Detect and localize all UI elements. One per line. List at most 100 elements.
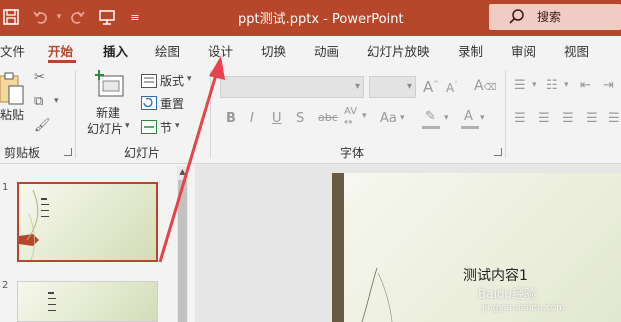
group-separator [505, 70, 506, 158]
tab-home[interactable]: 开始 [48, 41, 73, 60]
tab-draw[interactable]: 绘图 [155, 41, 180, 60]
copy-dropdown-icon[interactable]: ▾ [54, 96, 59, 106]
new-slide-label-line2[interactable]: 幻灯片 [87, 120, 123, 137]
group-separator [210, 70, 211, 158]
watermark-text: Baidu经验 [478, 287, 537, 301]
decrease-font-size-icon[interactable]: Aˇ [446, 81, 458, 95]
align-center-icon[interactable]: ☰ [538, 111, 550, 126]
group-separator [75, 70, 76, 158]
window-title: ppt测试.pptx - PowerPoint [238, 12, 404, 27]
cut-icon[interactable]: ✂ [34, 70, 45, 85]
chevron-down-icon: ▾ [406, 81, 412, 92]
numbering-dropdown-icon[interactable]: ▾ [564, 80, 569, 90]
reset-icon[interactable] [141, 95, 157, 114]
font-color-swatch [461, 126, 479, 129]
presentation-start-icon[interactable] [96, 6, 118, 28]
current-slide[interactable]: 测试内容1 [332, 173, 621, 322]
increase-indent-icon[interactable]: ⇥ [603, 78, 614, 93]
powerpoint-window: ▾ ≡ ppt测试.pptx - PowerPoint 搜索 文件 开始 插入 … [0, 0, 621, 322]
strikethrough-icon[interactable]: abc [318, 111, 338, 124]
change-case-icon[interactable]: Aa [380, 111, 397, 126]
thumbnail-text-mark [48, 310, 56, 311]
italic-icon[interactable]: I [250, 111, 254, 126]
thumbnail-number: 1 [2, 182, 9, 193]
paste-icon[interactable] [0, 72, 26, 110]
slide-thumbnail-2[interactable] [17, 281, 158, 322]
reset-label[interactable]: 重置 [160, 95, 184, 112]
clipboard-group-label: 剪贴板 [4, 146, 41, 160]
bullets-icon[interactable]: ☰ [514, 78, 526, 93]
justify-icon[interactable]: ☰ [586, 111, 598, 126]
section-label[interactable]: 节 [160, 119, 172, 136]
change-case-dropdown-icon[interactable]: ▾ [400, 113, 405, 123]
font-name-combobox[interactable]: ▾ [220, 76, 364, 98]
scroll-up-arrow-icon[interactable]: ▲ [177, 166, 188, 178]
active-tab-indicator [48, 60, 76, 63]
shadow-icon[interactable]: S [296, 111, 304, 126]
new-slide-dropdown-icon[interactable]: ▾ [125, 121, 130, 131]
search-box[interactable]: 搜索 [489, 4, 621, 30]
slide-editing-area: 测试内容1 [195, 164, 621, 322]
slide-thumbnails-pane: 1 2 ▲ [0, 164, 195, 322]
character-spacing-icon[interactable]: AV ↔ [344, 106, 357, 128]
tab-slideshow[interactable]: 幻灯片放映 [367, 41, 430, 60]
thumbnail-text-mark [48, 298, 56, 299]
tab-file[interactable]: 文件 [0, 41, 25, 60]
format-painter-icon[interactable]: 🖌 [34, 118, 51, 133]
tab-record[interactable]: 录制 [458, 41, 483, 60]
clipboard-launcher-icon[interactable] [64, 148, 72, 156]
numbering-icon[interactable]: ☷ [546, 78, 558, 93]
section-dropdown-icon[interactable]: ▾ [175, 121, 180, 131]
customize-toolbar-icon[interactable]: ≡ [124, 6, 146, 28]
title-bar: ▾ ≡ ppt测试.pptx - PowerPoint 搜索 [0, 0, 621, 36]
new-slide-label-line1[interactable]: 新建 [96, 104, 120, 121]
slide-content-text[interactable]: 测试内容1 [463, 265, 528, 285]
watermark-url: jingyan.baidu.com [482, 303, 566, 313]
highlight-icon[interactable]: ✎ [425, 109, 436, 124]
thumbnail-text-mark [48, 304, 56, 305]
clear-formatting-icon[interactable]: A⌫ [474, 78, 496, 94]
chevron-down-icon: ▾ [354, 81, 360, 92]
tab-transitions[interactable]: 切换 [261, 41, 286, 60]
copy-icon[interactable]: ⧉ [34, 94, 43, 109]
increase-font-size-icon[interactable]: A^ [423, 78, 439, 96]
bold-icon[interactable]: B [226, 111, 236, 126]
layout-label[interactable]: 版式 [160, 72, 184, 89]
thumbnails-scrollbar[interactable]: ▲ [177, 166, 188, 322]
bullets-dropdown-icon[interactable]: ▾ [532, 80, 537, 90]
tab-review[interactable]: 审阅 [511, 41, 536, 60]
thumbnail-text-mark [48, 292, 54, 294]
font-size-combobox[interactable]: ▾ [369, 76, 416, 98]
font-color-icon[interactable]: A [464, 109, 473, 124]
tab-view[interactable]: 视图 [564, 41, 589, 60]
font-group-label: 字体 [340, 146, 365, 160]
slide-thumbnail-1[interactable] [17, 182, 158, 262]
underline-icon[interactable]: U [272, 111, 282, 126]
align-left-icon[interactable]: ☰ [514, 111, 526, 126]
save-icon[interactable] [0, 6, 22, 28]
distributed-icon[interactable]: ☰ [608, 111, 620, 126]
ribbon: 粘贴 ✂ ⧉ ▾ 🖌 剪贴板 新建 幻灯片 ▾ 版式 ▾ 重置 节 ▾ 幻灯片 [0, 64, 621, 164]
paste-label[interactable]: 粘贴 [0, 106, 24, 123]
scrollbar-thumb[interactable] [178, 180, 187, 322]
thumbnail-number: 2 [2, 280, 9, 291]
section-icon[interactable] [141, 119, 157, 138]
layout-dropdown-icon[interactable]: ▾ [187, 74, 192, 84]
tab-design[interactable]: 设计 [208, 41, 233, 60]
decrease-indent-icon[interactable]: ⇤ [580, 78, 591, 93]
tab-insert[interactable]: 插入 [103, 41, 128, 60]
align-right-icon[interactable]: ☰ [562, 111, 574, 126]
tab-animations[interactable]: 动画 [314, 41, 339, 60]
font-launcher-icon[interactable] [494, 148, 502, 156]
ribbon-tabs: 文件 开始 插入 绘图 设计 切换 动画 幻灯片放映 录制 审阅 视图 [0, 36, 621, 64]
highlight-color-swatch [422, 126, 440, 129]
new-slide-icon[interactable] [95, 70, 125, 102]
thumbnail-decoration [19, 189, 39, 260]
layout-icon[interactable] [141, 73, 157, 92]
character-spacing-dropdown-icon[interactable]: ▾ [362, 111, 367, 121]
highlight-dropdown-icon[interactable]: ▾ [444, 113, 449, 123]
slides-group-label: 幻灯片 [124, 146, 161, 160]
slide-decoration [361, 267, 393, 322]
font-color-dropdown-icon[interactable]: ▾ [480, 113, 485, 123]
redo-icon[interactable] [66, 6, 88, 28]
